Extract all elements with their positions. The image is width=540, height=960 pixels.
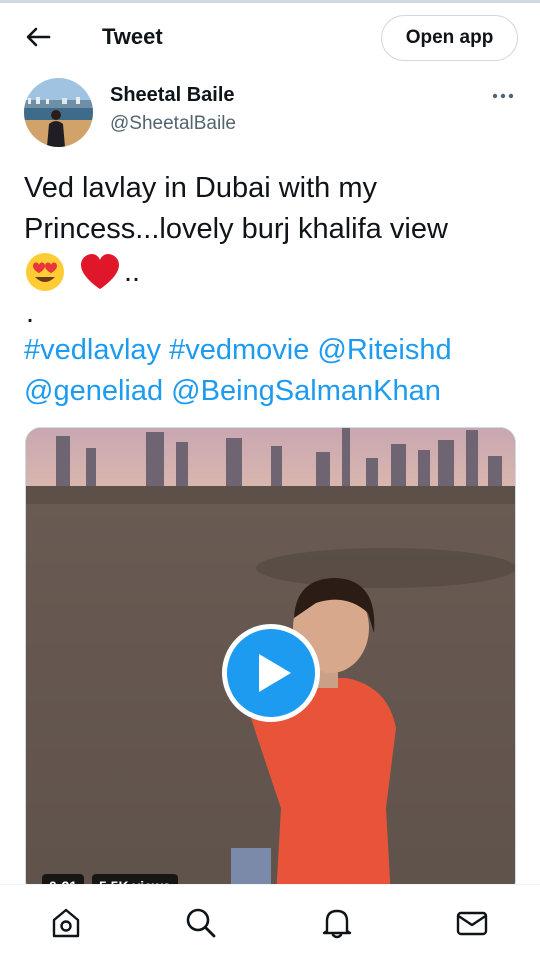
arrow-left-icon	[26, 27, 51, 47]
more-options-button[interactable]	[488, 84, 518, 108]
video-player[interactable]: 0:21 5.5K views	[25, 427, 516, 897]
tweet-text: Ved lavlay in Dubai with my Princess...l…	[24, 168, 524, 332]
mention-link[interactable]: @Riteishd	[317, 334, 451, 366]
hashtag-link[interactable]: #vedlavlay	[24, 334, 161, 366]
emoji-line: ..	[24, 250, 524, 294]
tweet-links: #vedlavlay #vedmovie @Riteishd @geneliad…	[24, 330, 452, 412]
open-app-button[interactable]: Open app	[381, 15, 518, 61]
nav-home[interactable]	[46, 903, 86, 943]
nav-notifications[interactable]	[317, 903, 357, 943]
avatar-image	[24, 78, 93, 147]
nav-messages[interactable]	[452, 903, 492, 943]
trailing-dots: ..	[124, 255, 141, 288]
nav-search[interactable]	[181, 903, 221, 943]
avatar[interactable]	[24, 78, 93, 147]
tweet-period: .	[26, 297, 35, 329]
play-button[interactable]	[222, 624, 320, 722]
author-name[interactable]: Sheetal Baile	[110, 84, 235, 107]
red-heart-icon	[81, 254, 119, 289]
play-icon	[259, 654, 291, 692]
home-icon	[52, 908, 80, 938]
search-icon	[186, 908, 216, 938]
tweet-text-line: Ved lavlay in Dubai with my	[24, 172, 377, 204]
tweet-author: Sheetal Baile @SheetalBaile	[24, 78, 524, 150]
back-button[interactable]	[18, 21, 58, 53]
page-title: Tweet	[102, 24, 163, 49]
more-horizontal-icon	[492, 93, 514, 99]
author-handle[interactable]: @SheetalBaile	[110, 113, 236, 135]
mention-link[interactable]: @geneliad	[24, 375, 163, 407]
bell-icon	[322, 909, 352, 939]
smiling-face-heart-eyes-icon	[26, 253, 64, 291]
bottom-navigation	[0, 884, 540, 960]
top-bar: Tweet Open app	[0, 3, 540, 71]
mention-link[interactable]: @BeingSalmanKhan	[171, 375, 441, 407]
hashtag-link[interactable]: #vedmovie	[169, 334, 309, 366]
mail-icon	[456, 911, 488, 936]
tweet-text-line: Princess...lovely burj khalifa view	[24, 213, 448, 245]
